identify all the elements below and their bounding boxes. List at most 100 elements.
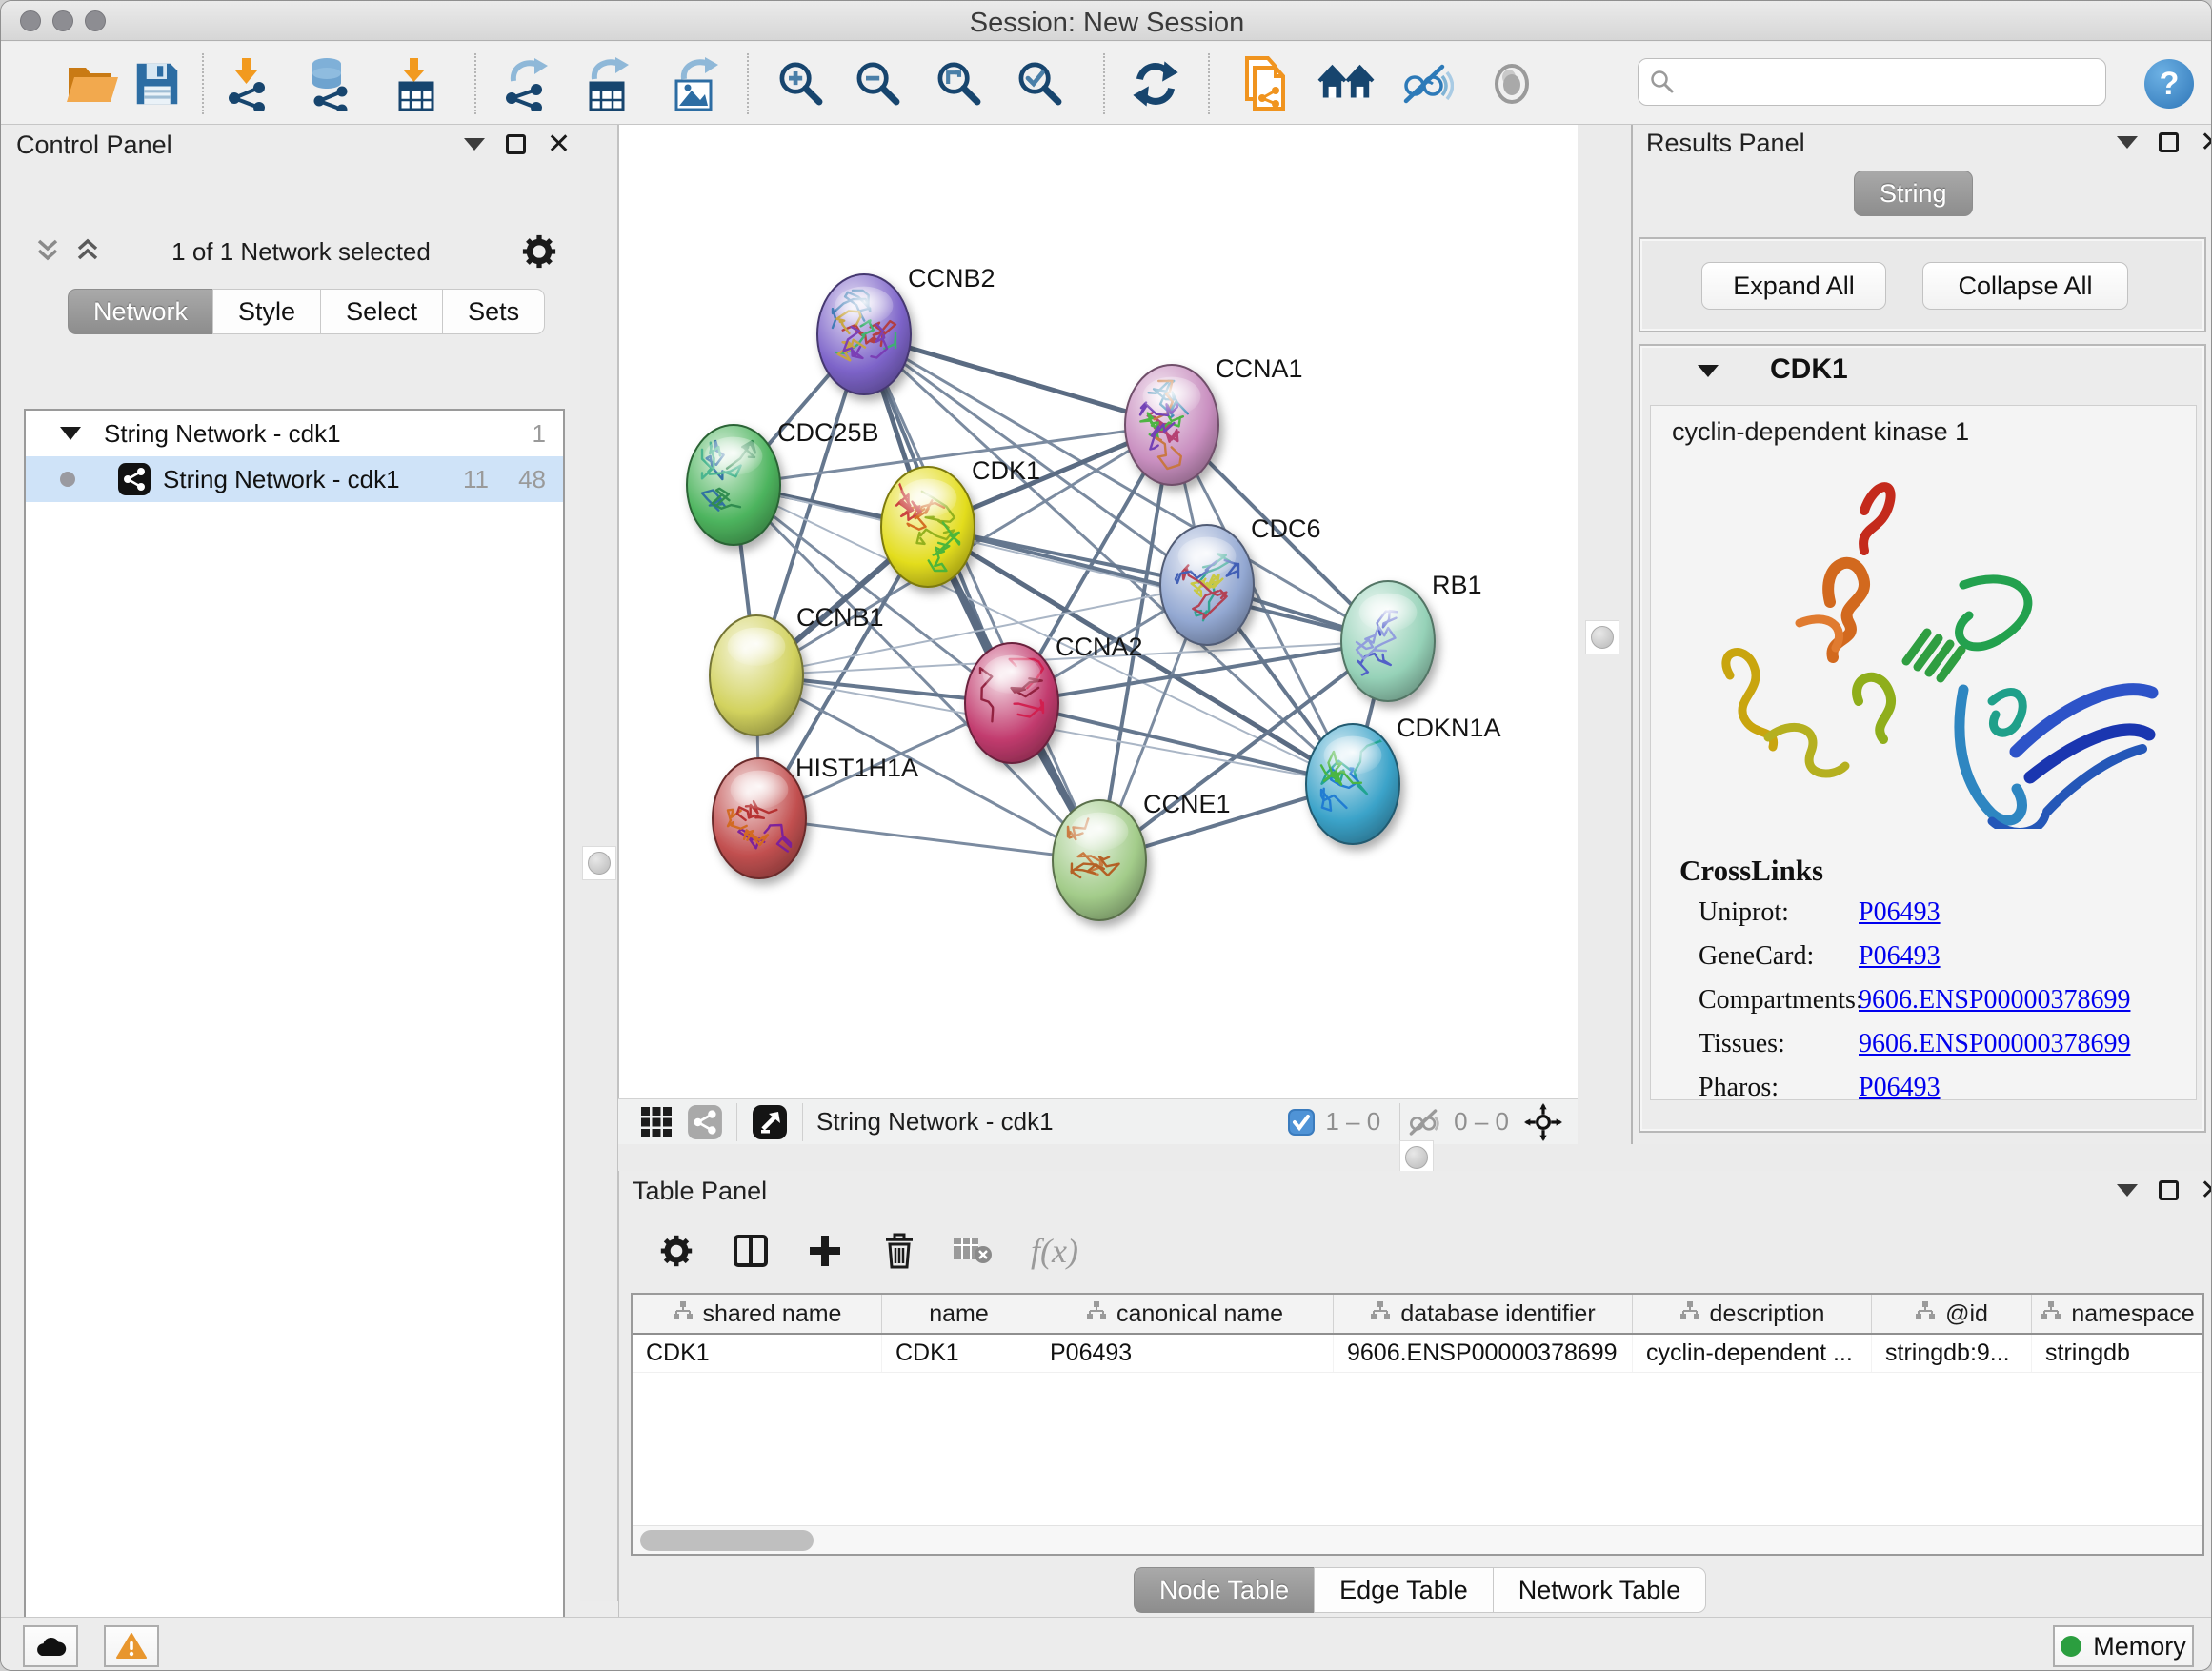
float-panel-icon[interactable] (2159, 132, 2179, 152)
gene-expander-icon[interactable] (1698, 365, 1719, 377)
splitter-handle[interactable] (1585, 620, 1619, 654)
network-node-CDK1[interactable]: CDK1 (881, 456, 1040, 587)
column-header-description[interactable]: description (1633, 1295, 1872, 1333)
close-panel-icon[interactable]: ✕ (547, 134, 571, 154)
crosslink-value-link[interactable]: 9606.ENSP00000378699 (1859, 1029, 2130, 1073)
tab-edge-table[interactable]: Edge Table (1314, 1567, 1494, 1613)
column-header-database-identifier[interactable]: database identifier (1334, 1295, 1633, 1333)
column-header-canonical-name[interactable]: canonical name (1036, 1295, 1334, 1333)
network-node-CDKN1A[interactable]: CDKN1A (1306, 714, 1501, 844)
search-input[interactable] (1675, 67, 2084, 98)
network-options-gear-icon[interactable] (521, 233, 557, 270)
search-field[interactable] (1638, 58, 2106, 106)
table-horizontal-scrollbar[interactable] (633, 1525, 2202, 1554)
panel-menu-icon[interactable] (2117, 1184, 2138, 1197)
network-node-HIST1H1A[interactable]: HIST1H1A (713, 754, 918, 878)
string-home-button[interactable] (1317, 55, 1375, 112)
table-cell[interactable]: cyclin-dependent ... (1633, 1335, 1872, 1372)
tab-network[interactable]: Network (68, 289, 213, 334)
tab-node-table[interactable]: Node Table (1134, 1567, 1315, 1613)
network-collection-row[interactable]: String Network - cdk1 1 (26, 411, 563, 456)
crosslink-value-link[interactable]: 9606.ENSP00000378699 (1859, 985, 2130, 1029)
hidden-items-eye-slash-icon[interactable] (1406, 1107, 1444, 1137)
column-header-shared-name[interactable]: shared name (633, 1295, 882, 1333)
network-view-icon[interactable] (687, 1104, 723, 1140)
splitter-handle[interactable] (582, 846, 616, 880)
tab-network-table[interactable]: Network Table (1493, 1567, 1707, 1613)
float-panel-icon[interactable] (506, 134, 526, 154)
panel-menu-icon[interactable] (2117, 136, 2138, 149)
delete-table-icon-disabled[interactable] (941, 1224, 1002, 1278)
selected-nodes-checkbox-icon[interactable] (1287, 1108, 1316, 1137)
delete-column-trash-icon[interactable] (869, 1224, 930, 1278)
collapse-all-button[interactable]: Collapse All (1922, 262, 2128, 310)
export-image-button[interactable] (667, 55, 724, 112)
table-row[interactable]: CDK1CDK1P064939606.ENSP00000378699cyclin… (633, 1335, 2202, 1373)
birdseye-view-icon[interactable] (751, 1103, 789, 1141)
crosslink-value-link[interactable]: P06493 (1859, 897, 1941, 941)
expand-all-icon[interactable] (73, 237, 102, 266)
fit-selected-crosshair-icon[interactable] (1524, 1103, 1562, 1141)
splitter-handle[interactable] (1399, 1140, 1434, 1175)
left-splitter[interactable] (580, 125, 618, 1601)
tab-style[interactable]: Style (212, 289, 321, 334)
apply-layout-button[interactable] (1127, 55, 1184, 112)
table-cell[interactable]: CDK1 (882, 1335, 1036, 1372)
zoom-selected-button[interactable] (1012, 55, 1069, 112)
table-cell[interactable]: stringdb:9... (1872, 1335, 2032, 1372)
zoom-in-button[interactable] (773, 55, 830, 112)
help-button[interactable]: ? (2141, 55, 2198, 112)
tab-select[interactable]: Select (320, 289, 443, 334)
export-network-button[interactable] (497, 55, 554, 112)
network-node-CCNA2[interactable]: CCNA2 (965, 633, 1143, 763)
network-node-RB1[interactable]: RB1 (1341, 571, 1482, 701)
network-node-CCNE1[interactable]: CCNE1 (1053, 790, 1231, 920)
node-label-CDC25B: CDC25B (777, 418, 879, 447)
column-header-@id[interactable]: @id (1872, 1295, 2032, 1333)
share-document-button[interactable] (1236, 55, 1293, 112)
import-table-from-file-button[interactable] (388, 55, 445, 112)
export-table-button[interactable] (578, 55, 635, 112)
table-cell[interactable]: stringdb (2032, 1335, 2204, 1372)
tab-sets[interactable]: Sets (442, 289, 545, 334)
table-options-gear-icon[interactable] (646, 1224, 707, 1278)
column-header-namespace[interactable]: namespace (2032, 1295, 2204, 1333)
close-panel-icon[interactable]: ✕ (2200, 132, 2212, 152)
horizontal-splitter[interactable] (618, 1144, 2212, 1171)
add-column-icon[interactable] (794, 1224, 855, 1278)
crosslink-value-link[interactable]: P06493 (1859, 941, 1941, 985)
float-panel-icon[interactable] (2159, 1180, 2179, 1200)
zoom-out-button[interactable] (850, 55, 907, 112)
save-session-button[interactable] (129, 55, 186, 112)
collection-expander-icon[interactable] (60, 427, 81, 440)
close-panel-icon[interactable]: ✕ (2200, 1180, 2212, 1200)
table-cell[interactable]: CDK1 (633, 1335, 882, 1372)
collapse-all-icon[interactable] (33, 237, 62, 266)
expand-all-button[interactable]: Expand All (1701, 262, 1886, 310)
open-session-button[interactable] (64, 55, 121, 112)
tab-string[interactable]: String (1854, 171, 1973, 216)
network-row-selected[interactable]: String Network - cdk1 11 48 (26, 456, 563, 502)
grid-view-icon[interactable] (639, 1105, 674, 1139)
warnings-button[interactable] (104, 1625, 159, 1667)
gene-detail-card: cyclin-dependent kinase 1 (1650, 405, 2197, 1100)
network-canvas[interactable]: CCNB2CCNA1CDC25BCDK1CDC6RB1CCNB1CCNA2CDK… (618, 125, 1578, 1098)
show-columns-icon[interactable] (720, 1224, 781, 1278)
scrollbar-thumb[interactable] (640, 1530, 814, 1551)
crosslink-value-link[interactable]: P06493 (1859, 1073, 1941, 1117)
column-header-name[interactable]: name (882, 1295, 1036, 1333)
cloud-status-button[interactable] (23, 1625, 78, 1667)
zoom-fit-button[interactable] (931, 55, 988, 112)
import-network-from-file-button[interactable] (220, 55, 277, 112)
panel-menu-icon[interactable] (464, 138, 485, 151)
memory-button[interactable]: Memory (2053, 1625, 2194, 1667)
network-node-CDC6[interactable]: CDC6 (1160, 514, 1321, 645)
table-cell[interactable]: P06493 (1036, 1335, 1334, 1372)
function-builder-disabled[interactable]: f(x) (1012, 1224, 1097, 1278)
network-node-CDC25B[interactable]: CDC25B (687, 418, 879, 545)
right-splitter[interactable] (1578, 125, 1632, 1144)
graphics-details-eye-slash-button[interactable] (1398, 55, 1456, 112)
disabled-eye-button[interactable] (1483, 55, 1540, 112)
table-cell[interactable]: 9606.ENSP00000378699 (1334, 1335, 1633, 1372)
import-network-from-database-button[interactable] (302, 55, 359, 112)
